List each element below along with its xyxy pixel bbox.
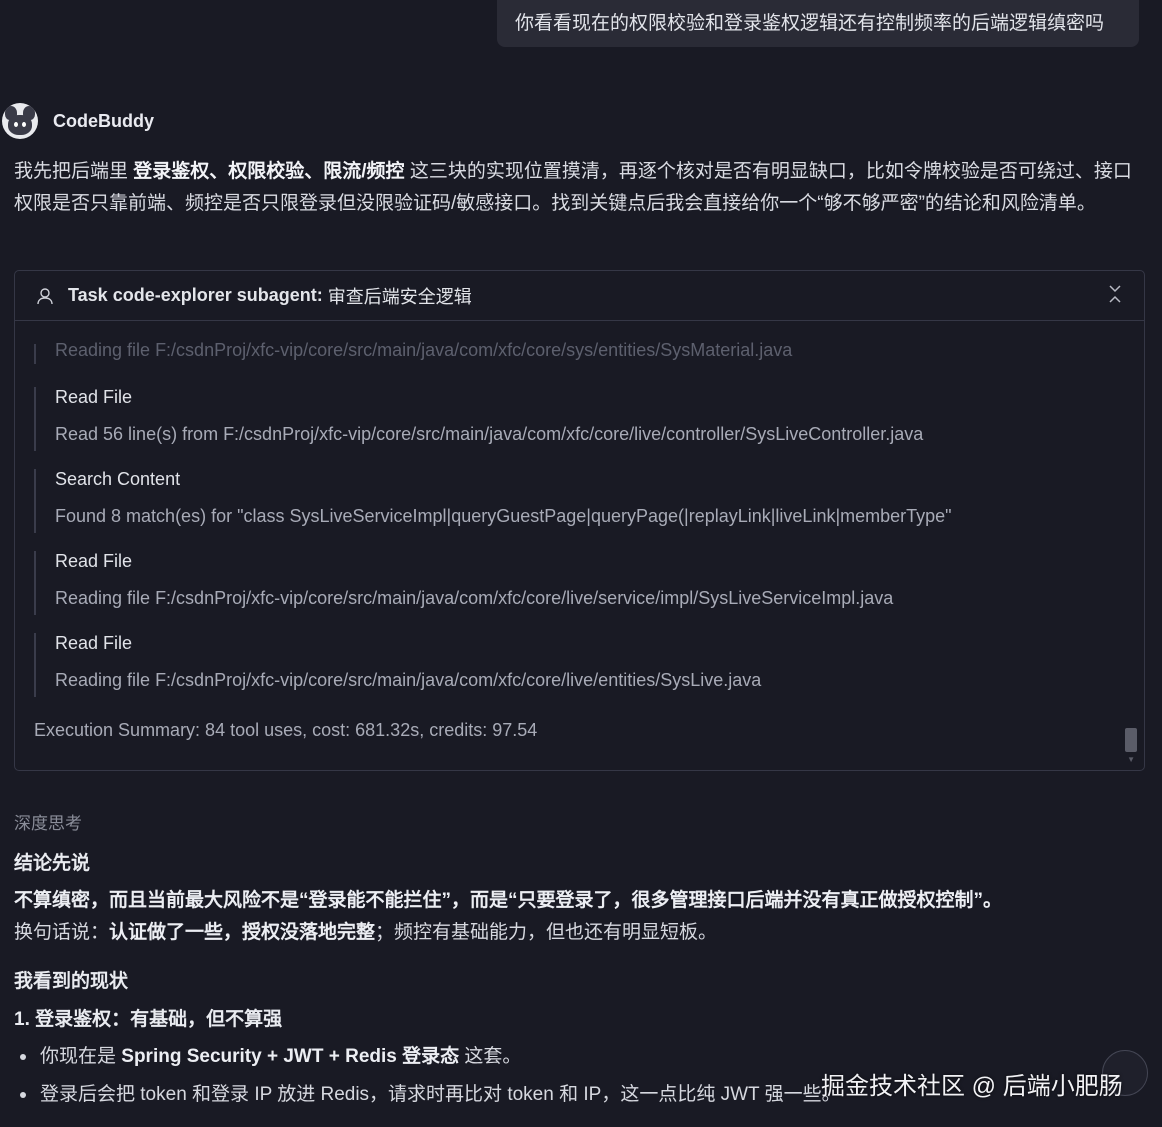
assistant-name: CodeBuddy [53, 110, 154, 131]
bullet-icon [20, 1053, 26, 1060]
log-entry-title: Read File [55, 387, 133, 407]
log-entry-title: Search Content [55, 469, 181, 489]
task-title: 审查后端安全逻辑 [327, 286, 472, 307]
assistant-intro: 我先把后端里 登录鉴权、权限校验、限流/频控 这三块的实现位置摸清，再逐个核对是… [14, 161, 1132, 214]
log-entry-title: Read File [55, 633, 133, 653]
watermark: 掘金技术社区 @ 后端小肥肠 [821, 1073, 1123, 1100]
log-entry-title: Read File [55, 551, 133, 571]
conclusion-summary: 换句话说：认证做了一些，授权没落地完整；频控有基础能力，但也还有明显短板。 [14, 922, 718, 943]
task-panel: Task code-explorer subagent: 审查后端安全逻辑 Re… [14, 270, 1145, 771]
execution-summary: Execution Summary: 84 tool uses, cost: 6… [34, 720, 538, 740]
assistant-header: CodeBuddy [2, 102, 154, 140]
person-icon [36, 287, 54, 305]
thinking-label[interactable]: 深度思考 [14, 809, 82, 834]
log-entry-desc: Read 56 line(s) from F:/csdnProj/xfc-vip… [55, 424, 924, 444]
log-entry-desc: Found 8 match(es) for "class SysLiveServ… [55, 506, 952, 526]
conclusion-line: 不算缜密，而且当前最大风险不是“登录能不能拦住”，而是“只要登录了，很多管理接口… [14, 890, 1003, 911]
scroll-bottom-icon[interactable]: ▼ [1127, 755, 1135, 764]
task-label: Task code-explorer subagent: [68, 285, 323, 305]
conclusion-heading: 结论先说 [14, 853, 91, 874]
log-faded-line: Reading file F:/csdnProj/xfc-vip/core/sr… [33, 340, 793, 364]
scrollbar-thumb[interactable] [1125, 728, 1137, 752]
list-item: 你现在是 Spring Security + JWT + Redis 登录态 这… [14, 1041, 521, 1068]
task-header[interactable]: Task code-explorer subagent: 审查后端安全逻辑 [15, 271, 1144, 321]
list-item: 登录后会把 token 和登录 IP 放进 Redis，请求时再比对 token… [14, 1079, 841, 1106]
log-entry-desc: Reading file F:/csdnProj/xfc-vip/core/sr… [55, 670, 762, 690]
bullet-icon [20, 1091, 26, 1098]
status-heading: 我看到的现状 [14, 971, 129, 992]
point-heading: 1. 登录鉴权：有基础，但不算强 [14, 1009, 283, 1030]
codebuddy-avatar-icon [2, 103, 38, 139]
chevrons-collapse-icon[interactable] [1108, 284, 1122, 305]
log-entry-desc: Reading file F:/csdnProj/xfc-vip/core/sr… [55, 588, 894, 608]
user-message: 你看看现在的权限校验和登录鉴权逻辑还有控制频率的后端逻辑缜密吗 [497, 0, 1139, 47]
